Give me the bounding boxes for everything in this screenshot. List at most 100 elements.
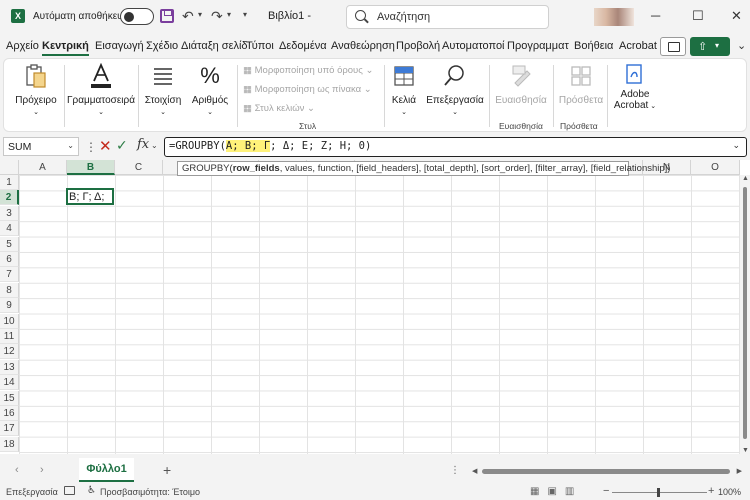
accessibility-status[interactable]: Προσβασιμότητα: Έτοιμο bbox=[100, 487, 200, 497]
row-header[interactable]: 2 bbox=[0, 190, 19, 206]
row-header[interactable]: 11 bbox=[0, 329, 19, 344]
redo-icon[interactable]: ↷ bbox=[211, 8, 223, 24]
cell-grid[interactable] bbox=[19, 175, 740, 454]
function-dropdown-icon[interactable]: ⌄ bbox=[151, 141, 158, 150]
row-header[interactable]: 7 bbox=[0, 267, 19, 283]
row-header[interactable]: 17 bbox=[0, 421, 19, 437]
search-placeholder: Αναζήτηση bbox=[377, 11, 431, 23]
redo-dropdown-icon[interactable]: ▾ bbox=[227, 10, 231, 19]
autosave-toggle[interactable] bbox=[120, 8, 154, 25]
row-header[interactable]: 5 bbox=[0, 236, 19, 252]
accessibility-icon: ♿ bbox=[87, 485, 96, 496]
tab-split-handle[interactable]: ⋮ bbox=[450, 465, 460, 476]
save-icon[interactable] bbox=[160, 9, 174, 23]
format-as-table-button[interactable]: ▦ Μορφοποίηση ως πίνακα ⌄ bbox=[243, 84, 372, 95]
cells-button[interactable]: Κελιά ⌄ bbox=[389, 63, 419, 117]
horizontal-scroll-thumb[interactable] bbox=[482, 469, 730, 474]
tab-review[interactable]: Αναθεώρηση bbox=[331, 40, 395, 52]
tooltip-current-arg[interactable]: row_fields bbox=[233, 163, 280, 174]
tab-acrobat[interactable]: Acrobat bbox=[619, 40, 657, 52]
cancel-icon[interactable]: ✕ bbox=[99, 137, 112, 155]
conditional-format-button[interactable]: ▦ Μορφοποίηση υπό όρους ⌄ bbox=[243, 65, 373, 76]
sensitivity-button[interactable]: Ευαισθησία bbox=[493, 63, 549, 106]
column-header[interactable]: C bbox=[115, 160, 163, 175]
cells-icon bbox=[394, 66, 414, 86]
tab-formulas[interactable]: Τύποι bbox=[246, 40, 274, 52]
clipboard-button[interactable]: Πρόχειρο ⌄ bbox=[12, 63, 60, 117]
cell-styles-button[interactable]: ▦ Στυλ κελιών ⌄ bbox=[243, 103, 315, 114]
tab-page-layout[interactable]: Διάταξη σελίδ bbox=[181, 40, 248, 52]
scroll-left-icon[interactable]: ◀ bbox=[472, 467, 477, 475]
zoom-slider-knob[interactable] bbox=[657, 488, 660, 497]
column-header[interactable]: A bbox=[19, 160, 67, 175]
find-icon bbox=[444, 65, 464, 86]
font-button[interactable]: Γραμματοσειρά ⌄ bbox=[67, 63, 135, 117]
row-header[interactable]: 10 bbox=[0, 313, 19, 329]
row-header[interactable]: 13 bbox=[0, 359, 19, 375]
row-header[interactable]: 9 bbox=[0, 298, 19, 314]
tab-insert[interactable]: Εισαγωγή bbox=[95, 40, 144, 52]
tab-data[interactable]: Δεδομένα bbox=[279, 40, 327, 52]
ribbon-options-icon[interactable]: ⌄ bbox=[737, 39, 746, 52]
prev-sheet-icon[interactable]: ‹ bbox=[15, 464, 19, 476]
row-header[interactable]: 12 bbox=[0, 344, 19, 360]
insert-function-icon[interactable]: fx bbox=[137, 137, 149, 152]
enter-icon[interactable]: ✓ bbox=[116, 137, 128, 154]
column-header[interactable]: O bbox=[691, 160, 740, 175]
row-header[interactable]: 18 bbox=[0, 436, 19, 452]
editing-button[interactable]: Επεξεργασία ⌄ bbox=[424, 63, 486, 117]
zoom-in-icon[interactable]: + bbox=[708, 485, 714, 497]
vertical-scrollbar[interactable]: ▲ ▼ bbox=[740, 175, 750, 454]
sheet-tab[interactable]: Φύλλο1 bbox=[79, 458, 134, 482]
alignment-button[interactable]: Στοιχίση ⌄ bbox=[141, 63, 185, 117]
vertical-scroll-thumb[interactable] bbox=[743, 187, 747, 439]
scroll-down-icon[interactable]: ▼ bbox=[742, 447, 749, 454]
scroll-right-icon[interactable]: ▶ bbox=[737, 467, 742, 475]
row-header[interactable]: 16 bbox=[0, 406, 19, 421]
search-input[interactable]: Αναζήτηση bbox=[346, 5, 549, 29]
tab-file[interactable]: Αρχείο bbox=[6, 40, 39, 52]
active-cell[interactable]: Β; Γ; Δ; bbox=[66, 188, 114, 205]
avatar[interactable] bbox=[594, 8, 634, 26]
row-header[interactable]: 1 bbox=[0, 175, 19, 190]
number-button[interactable]: % Αριθμός ⌄ bbox=[188, 63, 232, 117]
zoom-out-icon[interactable]: − bbox=[603, 485, 609, 497]
tab-view[interactable]: Προβολή bbox=[396, 40, 440, 52]
tab-home[interactable]: Κεντρική bbox=[42, 40, 89, 56]
tab-automate[interactable]: Αυτοματοποί bbox=[442, 40, 505, 52]
tab-help[interactable]: Βοήθεια bbox=[574, 40, 613, 52]
share-button[interactable]: ⇧ ▾ bbox=[690, 37, 730, 56]
view-buttons[interactable]: ▦▣▥ bbox=[530, 486, 582, 497]
minimize-button[interactable]: ─ bbox=[651, 9, 660, 23]
tab-draw[interactable]: Σχέδιο bbox=[146, 40, 178, 52]
customize-toolbar-icon[interactable]: ▾ bbox=[243, 10, 247, 19]
comments-button[interactable] bbox=[660, 37, 686, 56]
tab-developer[interactable]: Προγραμματ bbox=[507, 40, 569, 52]
formula-input[interactable]: =GROUPBY(A; B; Γ; Δ; Ε; Ζ; Η; 0) ⌄ bbox=[164, 137, 747, 157]
close-button[interactable]: ✕ bbox=[731, 9, 742, 23]
row-header[interactable]: 6 bbox=[0, 252, 19, 267]
name-box[interactable]: SUM ⌄ bbox=[3, 137, 79, 156]
scroll-up-icon[interactable]: ▲ bbox=[742, 175, 749, 182]
row-header[interactable]: 14 bbox=[0, 375, 19, 391]
macro-record-icon[interactable] bbox=[64, 486, 75, 495]
zoom-level[interactable]: 100% bbox=[718, 487, 741, 497]
horizontal-scrollbar[interactable]: ◀ ▶ bbox=[470, 467, 742, 475]
row-header[interactable]: 4 bbox=[0, 221, 19, 237]
addins-button[interactable]: Πρόσθετα bbox=[557, 63, 605, 106]
row-header[interactable]: 15 bbox=[0, 390, 19, 406]
adobe-acrobat-button[interactable]: Adobe Acrobat ⌄ bbox=[610, 63, 660, 111]
add-sheet-button[interactable]: + bbox=[163, 462, 171, 478]
sheet-bar: ‹ › Φύλλο1 + ⋮ ◀ ▶ bbox=[0, 458, 750, 484]
row-header[interactable]: 3 bbox=[0, 205, 19, 221]
more-options-icon[interactable]: ⋮ bbox=[85, 140, 97, 154]
row-header[interactable]: 8 bbox=[0, 282, 19, 298]
next-sheet-icon[interactable]: › bbox=[40, 464, 44, 476]
name-box-dropdown-icon[interactable]: ⌄ bbox=[67, 141, 74, 150]
select-all-corner[interactable] bbox=[0, 160, 19, 175]
maximize-button[interactable]: ☐ bbox=[692, 9, 704, 23]
column-header[interactable]: B bbox=[67, 160, 115, 175]
expand-formula-icon[interactable]: ⌄ bbox=[732, 140, 740, 151]
undo-icon[interactable]: ↶ bbox=[182, 8, 194, 24]
undo-dropdown-icon[interactable]: ▾ bbox=[198, 10, 202, 19]
